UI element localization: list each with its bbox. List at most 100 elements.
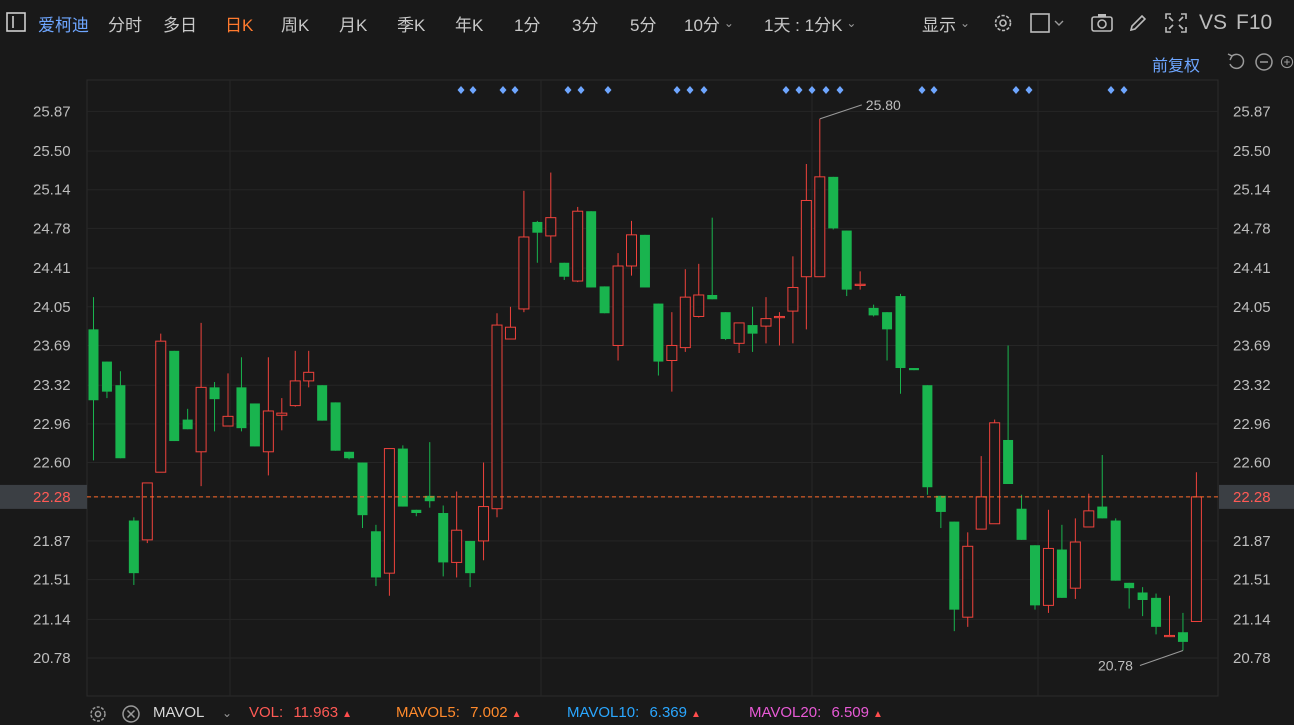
candle[interactable] — [653, 303, 664, 376]
candle[interactable] — [411, 509, 422, 517]
candle[interactable] — [572, 206, 584, 283]
candle[interactable] — [1124, 582, 1135, 609]
candle[interactable] — [828, 176, 839, 230]
tab-period-2[interactable]: 日K — [225, 0, 253, 46]
event-marker-icon[interactable] — [1025, 86, 1033, 94]
candle[interactable] — [854, 271, 866, 290]
candle[interactable] — [841, 230, 852, 297]
candle[interactable] — [491, 313, 503, 518]
candle[interactable] — [1151, 593, 1162, 635]
candle[interactable] — [773, 312, 785, 346]
candle[interactable] — [720, 312, 731, 341]
candle[interactable] — [478, 462, 490, 561]
candle[interactable] — [383, 448, 395, 596]
candle[interactable] — [882, 312, 893, 361]
candle[interactable] — [169, 350, 180, 442]
candle[interactable] — [236, 357, 247, 432]
tab-period-5[interactable]: 季K — [397, 0, 425, 46]
candle[interactable] — [787, 256, 799, 344]
candle[interactable] — [1083, 493, 1095, 528]
candle[interactable] — [451, 491, 463, 578]
candle[interactable] — [1177, 612, 1188, 651]
candle[interactable] — [935, 495, 946, 529]
candle[interactable] — [922, 385, 933, 495]
event-marker-icon[interactable] — [577, 86, 585, 94]
candle[interactable] — [908, 368, 919, 371]
interval-select[interactable]: 1天 : 1分K ⌄ — [764, 0, 856, 46]
event-marker-icon[interactable] — [1012, 86, 1020, 94]
candle[interactable] — [1137, 587, 1148, 617]
event-marker-icon[interactable] — [782, 86, 790, 94]
event-marker-icon[interactable] — [511, 86, 519, 94]
event-marker-icon[interactable] — [469, 86, 477, 94]
candle[interactable] — [989, 419, 1001, 525]
event-marker-icon[interactable] — [836, 86, 844, 94]
tab-period-0[interactable]: 分时 — [108, 0, 142, 46]
tab-period-4[interactable]: 月K — [339, 0, 367, 46]
candle[interactable] — [1016, 494, 1027, 540]
candle[interactable] — [626, 220, 637, 276]
event-marker-icon[interactable] — [499, 86, 507, 94]
panel-toggle-icon[interactable] — [6, 12, 26, 32]
tab-period-3[interactable]: 周K — [281, 0, 309, 46]
event-marker-icon[interactable] — [795, 86, 803, 94]
candle[interactable] — [586, 211, 597, 288]
candle[interactable] — [276, 398, 288, 431]
candle[interactable] — [317, 385, 328, 421]
candle[interactable] — [639, 234, 650, 288]
tab-period-6[interactable]: 年K — [455, 0, 483, 46]
candle[interactable] — [115, 371, 126, 459]
pencil-icon[interactable] — [1127, 12, 1149, 34]
event-marker-icon[interactable] — [604, 86, 612, 94]
event-marker-icon[interactable] — [686, 86, 694, 94]
candle[interactable] — [344, 451, 355, 460]
candle[interactable] — [195, 322, 207, 487]
event-marker-icon[interactable] — [1107, 86, 1115, 94]
close-icon[interactable] — [121, 704, 141, 724]
tab-period-7[interactable]: 1分 — [514, 0, 540, 46]
candle[interactable] — [1003, 345, 1014, 485]
candle[interactable] — [182, 408, 193, 430]
candle[interactable] — [760, 297, 772, 344]
candle[interactable] — [1056, 524, 1067, 598]
candle[interactable] — [962, 532, 974, 627]
candle[interactable] — [370, 524, 381, 587]
stock-name[interactable]: 爱柯迪 — [38, 0, 89, 46]
candle[interactable] — [438, 505, 449, 577]
candle[interactable] — [222, 373, 234, 427]
candle[interactable] — [545, 172, 557, 263]
candle[interactable] — [1030, 545, 1040, 610]
candle[interactable] — [1042, 509, 1054, 613]
candle[interactable] — [679, 269, 691, 352]
candle[interactable] — [1069, 518, 1081, 599]
candle[interactable] — [504, 306, 516, 340]
tab-period-10[interactable]: 10分 ⌄ — [684, 0, 734, 46]
candle[interactable] — [128, 517, 139, 585]
candle[interactable] — [303, 350, 315, 388]
vs-button[interactable]: VS — [1199, 0, 1227, 46]
candle[interactable] — [733, 322, 745, 353]
layout-select[interactable] — [1030, 12, 1066, 34]
candle[interactable] — [357, 462, 368, 529]
event-marker-icon[interactable] — [808, 86, 816, 94]
candle[interactable] — [465, 540, 476, 588]
candle[interactable] — [1110, 518, 1121, 581]
candle[interactable] — [155, 333, 167, 473]
candle[interactable] — [599, 286, 610, 314]
candle[interactable] — [1097, 455, 1108, 519]
candle[interactable] — [262, 357, 274, 476]
candle[interactable] — [141, 482, 153, 544]
event-marker-icon[interactable] — [1120, 86, 1128, 94]
fullscreen-icon[interactable] — [1164, 12, 1188, 34]
event-marker-icon[interactable] — [700, 86, 708, 94]
candle[interactable] — [666, 312, 678, 392]
candle[interactable] — [693, 263, 705, 318]
candle[interactable] — [612, 253, 624, 361]
candle[interactable] — [949, 521, 960, 632]
candle[interactable] — [800, 163, 812, 330]
settings-gear-icon[interactable] — [88, 704, 108, 724]
candle[interactable] — [424, 442, 435, 508]
candle[interactable] — [814, 118, 826, 278]
event-marker-icon[interactable] — [822, 86, 830, 94]
candle[interactable] — [895, 293, 906, 394]
